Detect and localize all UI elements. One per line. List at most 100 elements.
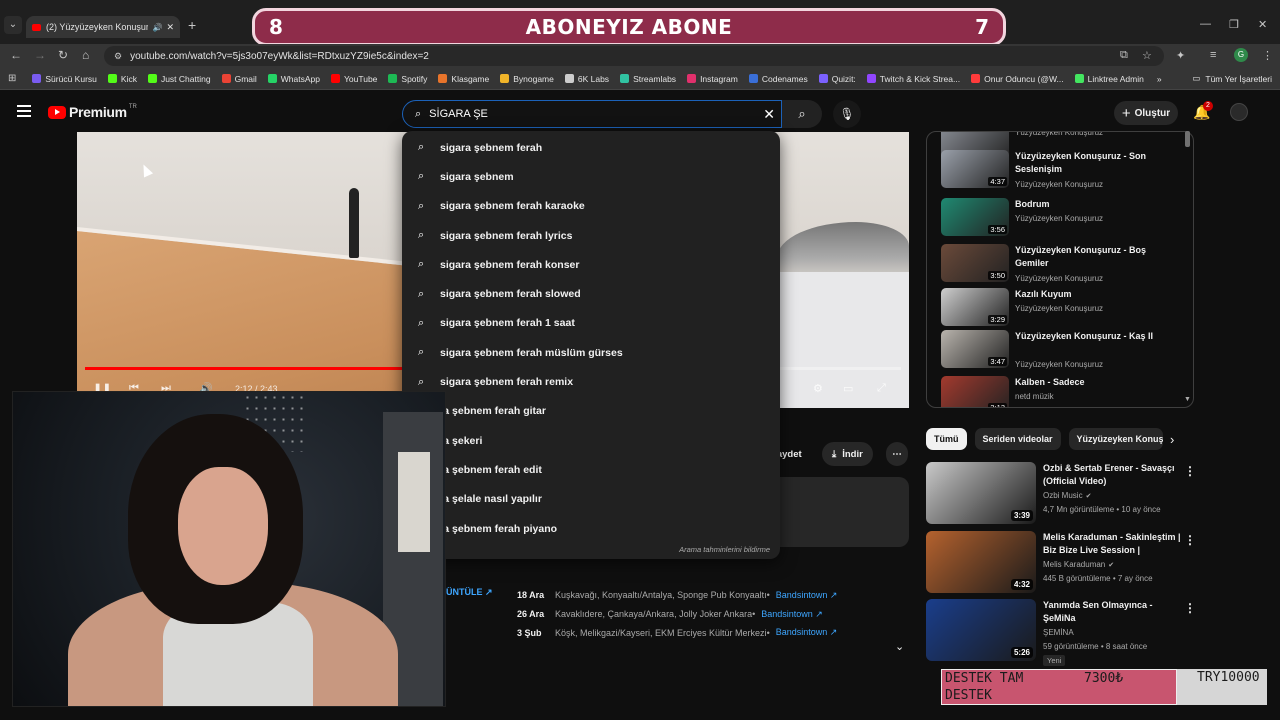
playlist-thumbnail[interactable]: 3:50 (941, 244, 1009, 282)
bookmark-item[interactable]: Twitch & Kick Strea... (866, 74, 960, 84)
bookmark-item[interactable]: WhatsApp (267, 74, 320, 84)
filter-chip[interactable]: Tümü (926, 428, 967, 450)
apps-grid-icon[interactable]: ⊞ (8, 73, 16, 84)
playlist-item-title[interactable]: Kalben - Sadece (1015, 376, 1165, 389)
search-suggestion[interactable]: ⌕igara şebnem ferah piyano (402, 514, 780, 543)
bookmark-item[interactable]: Bynogame (500, 74, 554, 84)
playlist-item[interactable]: 3:47 Yüzyüzeyken Konuşuruz - Kaş II Yüzyüz… (941, 330, 1181, 374)
playlist-item[interactable]: 4:37 Yüzyüzeyken Konuşuruz - Son Sesleniş… (941, 150, 1181, 194)
scroll-down-arrow-icon[interactable]: ▼ (1184, 396, 1191, 403)
site-info-icon[interactable]: ⚙ (114, 51, 122, 62)
bookmark-item[interactable]: Onur Oduncu (@W... (971, 74, 1064, 84)
playlist-item-title[interactable]: Yüzyüzeyken Konuşuruz - Kaş II (1015, 330, 1165, 343)
description-box[interactable] (780, 477, 909, 547)
search-suggestion[interactable]: ⌕ sigara şebnem ferah müslüm gürses (402, 338, 780, 367)
more-options-icon[interactable]: ⋮ (1184, 601, 1196, 615)
playlist-thumbnail[interactable]: 3:56 (941, 198, 1009, 236)
bandsintown-link[interactable]: Bandsintown ↗ (776, 590, 838, 601)
search-suggestion[interactable]: ⌕ sigara şebnem ferah 1 saat (402, 309, 780, 338)
address-bar[interactable]: ⚙ youtube.com/watch?v=5js3o07eyWk&list=R… (104, 46, 1164, 66)
minimize-button[interactable]: — (1200, 18, 1211, 30)
audio-playing-icon[interactable]: 🔊 (152, 23, 162, 32)
search-suggestion[interactable]: ⌕ sigara şebnem ferah remix (402, 367, 780, 396)
close-window-button[interactable]: ✕ (1258, 18, 1267, 31)
bookmark-item[interactable]: Spotify (388, 74, 427, 84)
channel-name-row[interactable]: ŞEMİNA (1043, 628, 1074, 637)
browser-tab-active[interactable]: (2) Yüzyüzeyken Konuşuruz 🔊 ✕ (26, 16, 180, 38)
expand-chevron-icon[interactable]: ⌄ (895, 640, 904, 653)
search-suggestion[interactable]: ⌕igara şebnem ferah gitar (402, 397, 780, 426)
clear-search-icon[interactable]: ✕ (763, 106, 775, 123)
more-options-icon[interactable]: ⋮ (1184, 464, 1196, 478)
playlist-item-title[interactable]: Yüzyüzeyken Konuşuruz - Son Seslenişim (1015, 150, 1165, 176)
all-bookmarks-folder[interactable]: ▭ Tüm Yer İşaretleri (1192, 73, 1272, 84)
video-title[interactable]: Melis Karaduman - Sakinleştim | Biz Bize… (1043, 531, 1183, 556)
search-suggestion[interactable]: ⌕igara şebnem ferah edit (402, 455, 780, 484)
search-suggestion[interactable]: ⌕ sigara şebnem ferah karaoke (402, 192, 780, 221)
video-title[interactable]: Yanımda Sen Olmayınca - ŞeMiNa (1043, 599, 1183, 624)
search-suggestion[interactable]: ⌕ sigara şebnem (402, 162, 780, 191)
more-options-icon[interactable]: ⋮ (1184, 533, 1196, 547)
account-avatar[interactable] (1230, 103, 1248, 121)
home-icon[interactable]: ⌂ (82, 48, 89, 62)
filter-chip[interactable]: Yüzyüzeyken Konuşu (1068, 428, 1163, 450)
install-app-icon[interactable]: ⧉ (1120, 49, 1128, 62)
recommended-video[interactable]: 4:32 Melis Karaduman - Sakinleştim | Biz … (926, 531, 1198, 597)
bandsintown-link[interactable]: Bandsintown ↗ (761, 609, 823, 620)
playlist-item[interactable]: 3:56 Bodrum Yüzyüzeyken Konuşuruz (941, 198, 1181, 242)
video-thumbnail[interactable]: 5:26 (926, 599, 1036, 661)
bookmark-item[interactable]: Linktree Admin (1074, 74, 1144, 84)
extensions-icon[interactable]: ✦ (1176, 49, 1185, 62)
filter-chip[interactable]: Seriden videolar (974, 428, 1061, 450)
recommended-video[interactable]: 5:26 Yanımda Sen Olmayınca - ŞeMiNa ŞEMİNA… (926, 599, 1198, 666)
search-suggestion[interactable]: ⌕igara şekeri (402, 426, 780, 455)
search-suggestion[interactable]: ⌕igara şelale nasıl yapılır (402, 485, 780, 514)
playlist-item-title[interactable]: Yüzyüzeyken Konuşuruz - Boş Gemiler (1015, 244, 1165, 270)
search-suggestion[interactable]: ⌕ sigara şebnem ferah (402, 133, 780, 162)
watch-link[interactable]: ÜNTÜLE ↗ (446, 587, 493, 598)
playlist-item-title[interactable]: Bodrum (1015, 198, 1165, 211)
playlist-thumbnail[interactable]: 3:47 (941, 330, 1009, 368)
bookmark-item[interactable]: Streamlabs (620, 74, 676, 84)
more-actions-button[interactable]: ⋯ (886, 442, 908, 466)
youtube-logo[interactable]: Premium TR (48, 104, 137, 120)
search-value[interactable]: SİGARA ŞE (429, 108, 763, 120)
new-tab-button[interactable]: + (188, 17, 196, 33)
bandsintown-link[interactable]: Bandsintown ↗ (776, 627, 838, 638)
bookmark-item[interactable]: Sürücü Kursu (32, 74, 97, 84)
bookmark-item[interactable]: 6K Labs (564, 74, 609, 84)
bookmark-item[interactable]: Instagram (687, 74, 738, 84)
back-arrow-icon[interactable]: ← (10, 48, 22, 62)
browser-menu-icon[interactable]: ⋮ (1262, 49, 1273, 62)
bookmark-star-icon[interactable]: ☆ (1142, 49, 1152, 62)
bookmark-item[interactable]: Quizit: (818, 74, 856, 84)
video-thumbnail[interactable]: 4:32 (926, 531, 1036, 593)
playlist-thumbnail[interactable]: 3:29 (941, 288, 1009, 326)
playlist-scrollbar[interactable] (1185, 131, 1190, 147)
channel-name-row[interactable]: Melis Karaduman ✔ (1043, 560, 1114, 569)
profile-avatar[interactable]: G (1234, 48, 1248, 62)
chips-next-arrow-icon[interactable]: › (1170, 432, 1174, 447)
bookmark-item[interactable]: Just Chatting (147, 74, 211, 84)
report-predictions-link[interactable]: Arama tahminlerini bildirme (679, 545, 770, 554)
maximize-button[interactable]: ❐ (1229, 18, 1239, 31)
bookmarks-more-button[interactable]: » (1157, 74, 1162, 84)
search-button[interactable]: ⌕ (782, 100, 822, 128)
video-thumbnail[interactable]: 3:39 (926, 462, 1036, 524)
search-input[interactable]: ⌕ SİGARA ŞE ✕ (402, 100, 782, 128)
search-suggestion[interactable]: ⌕ sigara şebnem ferah slowed (402, 279, 780, 308)
bookmark-item[interactable]: Kick (107, 74, 137, 84)
fullscreen-icon[interactable]: ⤢ (877, 382, 886, 395)
media-controls-icon[interactable]: ≡ (1210, 49, 1216, 61)
channel-name-row[interactable]: Ozbi Music ✔ (1043, 491, 1091, 500)
bookmark-item[interactable]: Klasgame (438, 74, 489, 84)
playlist-item-title[interactable]: Kazılı Kuyum (1015, 288, 1165, 301)
playlist-item[interactable]: 3:13 Kalben - Sadece netd müzik (941, 376, 1181, 407)
playlist-item[interactable]: 3:29 Kazılı Kuyum Yüzyüzeyken Konuşuruz (941, 288, 1181, 332)
recommended-video[interactable]: 3:39 Ozbi & Sertab Erener - Savaşçı (Offi… (926, 462, 1198, 528)
search-suggestion[interactable]: ⌕ sigara şebnem ferah konser (402, 250, 780, 279)
forward-arrow-icon[interactable]: → (34, 48, 46, 62)
playlist-thumbnail[interactable]: 4:37 (941, 150, 1009, 188)
bookmark-item[interactable]: Gmail (221, 74, 257, 84)
search-suggestion[interactable]: ⌕ sigara şebnem ferah lyrics (402, 221, 780, 250)
